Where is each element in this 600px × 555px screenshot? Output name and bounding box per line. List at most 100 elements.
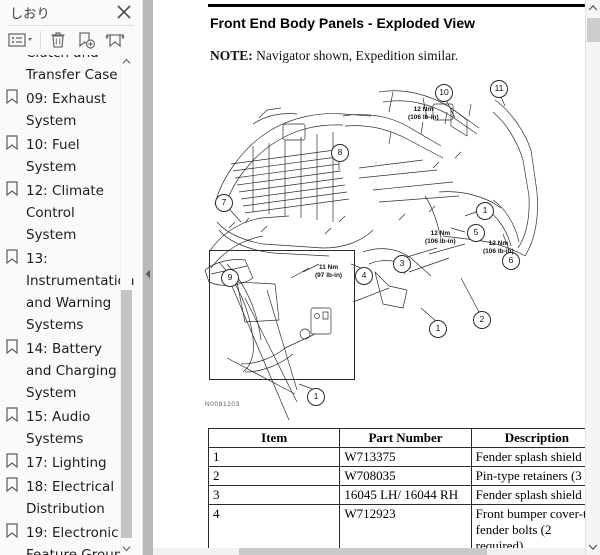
- collapse-sidebar-icon[interactable]: [144, 268, 152, 280]
- close-icon[interactable]: [114, 2, 134, 22]
- table-cell-item: 1: [207, 447, 341, 467]
- bookmark-item[interactable]: 18: Electrical Distribution: [0, 475, 128, 521]
- page-note: NOTE: Navigator shown, Expedition simila…: [210, 48, 585, 64]
- pdf-reader-window: しおり Transfer Case 09: Exhaust System 10:…: [0, 0, 600, 555]
- table-header-row: Item Part Number Description: [207, 428, 585, 448]
- toolbar-separator: [40, 31, 41, 49]
- bookmark-item-label: 14: Battery and Charging System: [26, 341, 117, 401]
- bookmark-item[interactable]: 17: Lighting: [0, 451, 128, 475]
- bookmark-item[interactable]: 13: Instrumentation and Warning Systems: [0, 247, 134, 337]
- bookmark-icon: [6, 477, 22, 497]
- figure-torque-label: 12 Nm (106 lb-in): [425, 230, 456, 246]
- note-text: Navigator shown, Expedition similar.: [252, 48, 459, 63]
- table-cell-description: Fender splash shield screws (8 required): [470, 447, 585, 467]
- table-cell-part-number: W713375: [339, 447, 472, 467]
- document-page: Front End Body Panels - Exploded View NO…: [153, 0, 585, 555]
- expand-bookmarks-icon[interactable]: [102, 27, 128, 53]
- figure-callout: 1: [476, 202, 494, 220]
- viewer-scroll-thumb[interactable]: [587, 18, 600, 42]
- figure-id-label: N0081203: [205, 401, 240, 408]
- column-header-description: Description: [470, 428, 585, 448]
- torque-value: 12 Nm: [488, 240, 509, 247]
- bookmark-item[interactable]: Clutch and Transfer Case: [0, 55, 128, 87]
- sidebar-scroll-thumb[interactable]: [121, 290, 132, 538]
- bookmark-options-icon[interactable]: [6, 27, 36, 53]
- table-row: 1W713375Fender splash shield screws (8 r…: [207, 447, 585, 467]
- bookmark-item-label: 19: Electronic Feature Group: [26, 525, 123, 555]
- viewer-scroll-up-icon[interactable]: [586, 0, 600, 16]
- torque-value-alt: (106 lb-in): [425, 238, 456, 245]
- torque-value-alt: (106 lb-in): [408, 114, 439, 121]
- figure-torque-label: 12 Nm (106 lb-in): [408, 106, 439, 122]
- add-bookmark-icon[interactable]: [74, 27, 98, 53]
- table-row: 3 16045 LH/ 16044 RH Fender splash shield: [207, 485, 585, 505]
- figure-callout: 9: [221, 269, 239, 287]
- figure-callout: 10: [435, 84, 453, 102]
- torque-value: 11 Nm: [318, 264, 339, 271]
- torque-value: 12 Nm: [430, 230, 451, 237]
- table-cell-part-number: W708035: [339, 466, 472, 486]
- parts-table-head: Item Part Number Description: [207, 428, 585, 448]
- delete-bookmark-icon[interactable]: [46, 27, 70, 53]
- viewer-scrollbar[interactable]: [585, 0, 600, 555]
- bookmark-item-label: 09: Exhaust System: [26, 91, 107, 129]
- bookmark-item[interactable]: 14: Battery and Charging System: [0, 337, 128, 405]
- bookmark-icon: [6, 181, 22, 201]
- table-cell-description: Fender splash shield: [470, 485, 585, 505]
- figure-torque-label: 11 Nm (97 lb-in): [315, 264, 342, 280]
- bookmark-item-label: 18: Electrical Distribution: [26, 479, 115, 517]
- viewer-horizontal-scrollbar[interactable]: [153, 548, 585, 555]
- bookmark-item[interactable]: 09: Exhaust System: [0, 87, 128, 133]
- figure-callout: 2: [473, 311, 491, 329]
- bookmarks-panel-header: しおり: [0, 0, 142, 25]
- bookmark-icon: [6, 249, 22, 269]
- bookmark-item[interactable]: 12: Climate Control System: [0, 179, 128, 247]
- figure-callout: 1: [429, 320, 447, 338]
- bookmark-icon: [6, 339, 22, 359]
- page-top-rule: [208, 4, 585, 7]
- bookmark-icon: [6, 453, 22, 473]
- sidebar-scrollbar[interactable]: [120, 55, 132, 555]
- sidebar-scroll-up-icon[interactable]: [121, 55, 132, 68]
- bookmarks-list: Clutch and Transfer Case 09: Exhaust Syst…: [0, 55, 134, 555]
- table-cell-part-number: 16045 LH/ 16044 RH: [339, 485, 472, 505]
- bookmark-icon: [6, 135, 22, 155]
- figure-torque-label: 12 Nm (106 lb-in): [483, 240, 514, 256]
- bookmarks-sidebar: しおり Transfer Case 09: Exhaust System 10:…: [0, 0, 143, 555]
- bookmark-item-label: 15: Audio Systems: [26, 409, 91, 447]
- bookmarks-toolbar: [0, 26, 142, 54]
- table-cell-description: Pin-type retainers (3 required): [470, 466, 585, 486]
- bookmark-item-label: 10: Fuel System: [26, 137, 80, 175]
- bookmark-item-label: 17: Lighting: [26, 455, 107, 471]
- viewer-scroll-down-icon[interactable]: [586, 539, 600, 555]
- table-cell-item: 3: [207, 485, 341, 505]
- torque-value-alt: (97 lb-in): [315, 272, 343, 279]
- bookmark-item-label: 13: Instrumentation and Warning Systems: [26, 251, 135, 333]
- sidebar-scroll-down-icon[interactable]: [121, 542, 132, 555]
- parts-table: Item Part Number Description 1 W713375 Fen…: [207, 428, 585, 555]
- exploded-view-figure: 7 8 10 11 1 5 6 9 4 3 1 2 1 12 Nm (106 lb-in) 12 Nm (10…: [193, 72, 585, 420]
- figure-callout: 8: [331, 144, 349, 162]
- bookmark-item[interactable]: 19: Electronic Feature Group: [0, 521, 128, 555]
- table-cell-item: 2: [207, 466, 341, 486]
- column-header-item: Item: [207, 428, 341, 448]
- bookmark-item[interactable]: 10: Fuel System: [0, 133, 128, 179]
- figure-callout: 4: [355, 267, 373, 285]
- figure-callout: 1: [307, 388, 325, 406]
- column-header-part-number: Part Number: [339, 428, 472, 448]
- figure-callout: 7: [215, 194, 233, 212]
- bookmark-icon: [6, 55, 22, 63]
- bookmarks-panel-title: しおり: [10, 7, 50, 22]
- viewer-hscroll-thumb[interactable]: [239, 548, 487, 555]
- bookmark-item[interactable]: 15: Audio Systems: [0, 405, 128, 451]
- torque-value: 12 Nm: [413, 106, 434, 113]
- bookmark-item-label: 12: Climate Control System: [26, 183, 104, 243]
- bookmark-icon: [6, 523, 22, 543]
- table-row: 2W708035Pin-type retainers (3 required): [207, 466, 585, 486]
- sidebar-splitter[interactable]: [143, 0, 153, 555]
- figure-callout: 11: [490, 80, 508, 98]
- page-title: Front End Body Panels - Exploded View: [210, 15, 476, 31]
- note-label: NOTE:: [210, 48, 253, 63]
- bookmark-icon: [6, 89, 22, 109]
- parts-table-body: 1W713375Fender splash shield screws (8 r…: [207, 447, 585, 555]
